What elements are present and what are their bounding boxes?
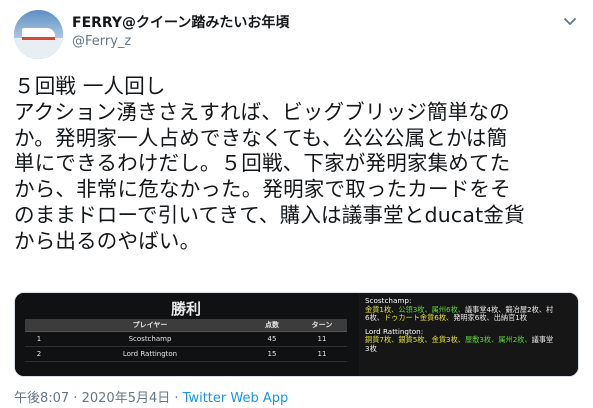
header-rank — [25, 319, 53, 332]
deck-card: 銀貨5枚、 — [398, 335, 432, 345]
tweet-text: ５回戦 一人回し アクション湧きさえすれば、ビッグブリッジ簡単なの か。発明家一… — [14, 74, 579, 255]
result-title: 勝利 — [170, 300, 201, 318]
tweet-media-image[interactable]: 勝利 プレイヤー 点数 ターン 1 Scostchamp 45 11 2 Lor… — [14, 292, 579, 377]
deck-card: ドゥカート金貨6枚、 — [383, 313, 454, 323]
avatar-sea — [14, 38, 63, 59]
deck-card: 屋敷3枚、 — [464, 335, 499, 345]
chevron-down-icon[interactable] — [561, 12, 579, 30]
header-player: プレイヤー — [53, 319, 247, 332]
tweet-line: か。発明家一人占めできなくても、公公公属とかは簡 — [14, 125, 508, 150]
tweet-line: から出るのやばい。 — [14, 228, 201, 253]
tweet-line: から、非常に危なかった。発明家で取ったカードをそ — [14, 177, 511, 202]
deck-notes-panel: Scostchamp: 金貨1枚、公領3枚、属州6枚、議事堂4枚、鍛冶屋2枚、村… — [359, 293, 578, 376]
player2-deck-line: 3枚 — [365, 343, 574, 354]
turns-cell: 11 — [297, 346, 347, 362]
source-app-link[interactable]: Twitter Web App — [183, 391, 289, 406]
footer-separator: · — [69, 391, 82, 406]
player-cell: Scostchamp — [53, 331, 247, 347]
tweet-time[interactable]: 午後8:07 — [14, 391, 69, 406]
tweet-date[interactable]: 2020年5月4日 — [82, 391, 171, 406]
result-header-row: プレイヤー 点数 ターン — [25, 319, 347, 332]
deck-card: 議事堂 — [531, 335, 554, 345]
tweet-line: ５回戦 一人回し — [14, 74, 166, 98]
deck-card: 発明家6枚、出納官1枚 — [453, 313, 528, 323]
header-score: 点数 — [247, 319, 297, 332]
display-name[interactable]: FERRY@クイーン踏みたいお年頃 — [72, 12, 289, 32]
tweet-footer: 午後8:07 · 2020年5月4日 · Twitter Web App — [14, 387, 288, 406]
rank-cell: 2 — [25, 346, 53, 362]
player-cell: Lord Rattington — [53, 346, 247, 362]
deck-card: 属州2枚、 — [498, 335, 532, 345]
tweet-line: アクション湧きさえすれば、ビッグブリッジ簡単なの — [14, 99, 510, 124]
rank-cell: 1 — [25, 331, 53, 347]
avatar-ship-stripe — [22, 37, 55, 40]
deck-card: 金貨3枚、 — [431, 335, 465, 345]
user-handle[interactable]: @Ferry_z — [72, 34, 131, 49]
score-cell: 15 — [247, 346, 297, 362]
header-turns: ターン — [297, 319, 347, 332]
table-row: 2 Lord Rattington 15 11 — [25, 346, 347, 362]
tweet-line: 単にできるわけだし。５回戦、下家が発明家集めてた — [14, 151, 511, 176]
player2-deck-line: 銅貨7枚、銀貨5枚、金貨3枚、屋敷3枚、属州2枚、議事堂 — [365, 336, 574, 345]
tweet-header: FERRY@クイーン踏みたいお年頃 @Ferry_z — [14, 10, 579, 64]
deck-card: 3枚 — [365, 343, 377, 353]
tweet-line: のままドローで引いてきて、購入は議事堂とducat金貨 — [14, 202, 525, 227]
ship-avatar-icon[interactable] — [14, 10, 63, 59]
table-row: 1 Scostchamp 45 11 — [25, 331, 347, 347]
footer-separator: · — [170, 391, 183, 406]
deck-card: 6枚、 — [365, 313, 384, 323]
player1-deck-line: 6枚、ドゥカート金貨6枚、発明家6枚、出納官1枚 — [365, 313, 574, 323]
result-table: プレイヤー 点数 ターン 1 Scostchamp 45 11 2 Lord R… — [25, 319, 347, 362]
game-result-panel: 勝利 プレイヤー 点数 ターン 1 Scostchamp 45 11 2 Lor… — [15, 293, 357, 376]
score-cell: 45 — [247, 331, 297, 347]
turns-cell: 11 — [297, 331, 347, 347]
